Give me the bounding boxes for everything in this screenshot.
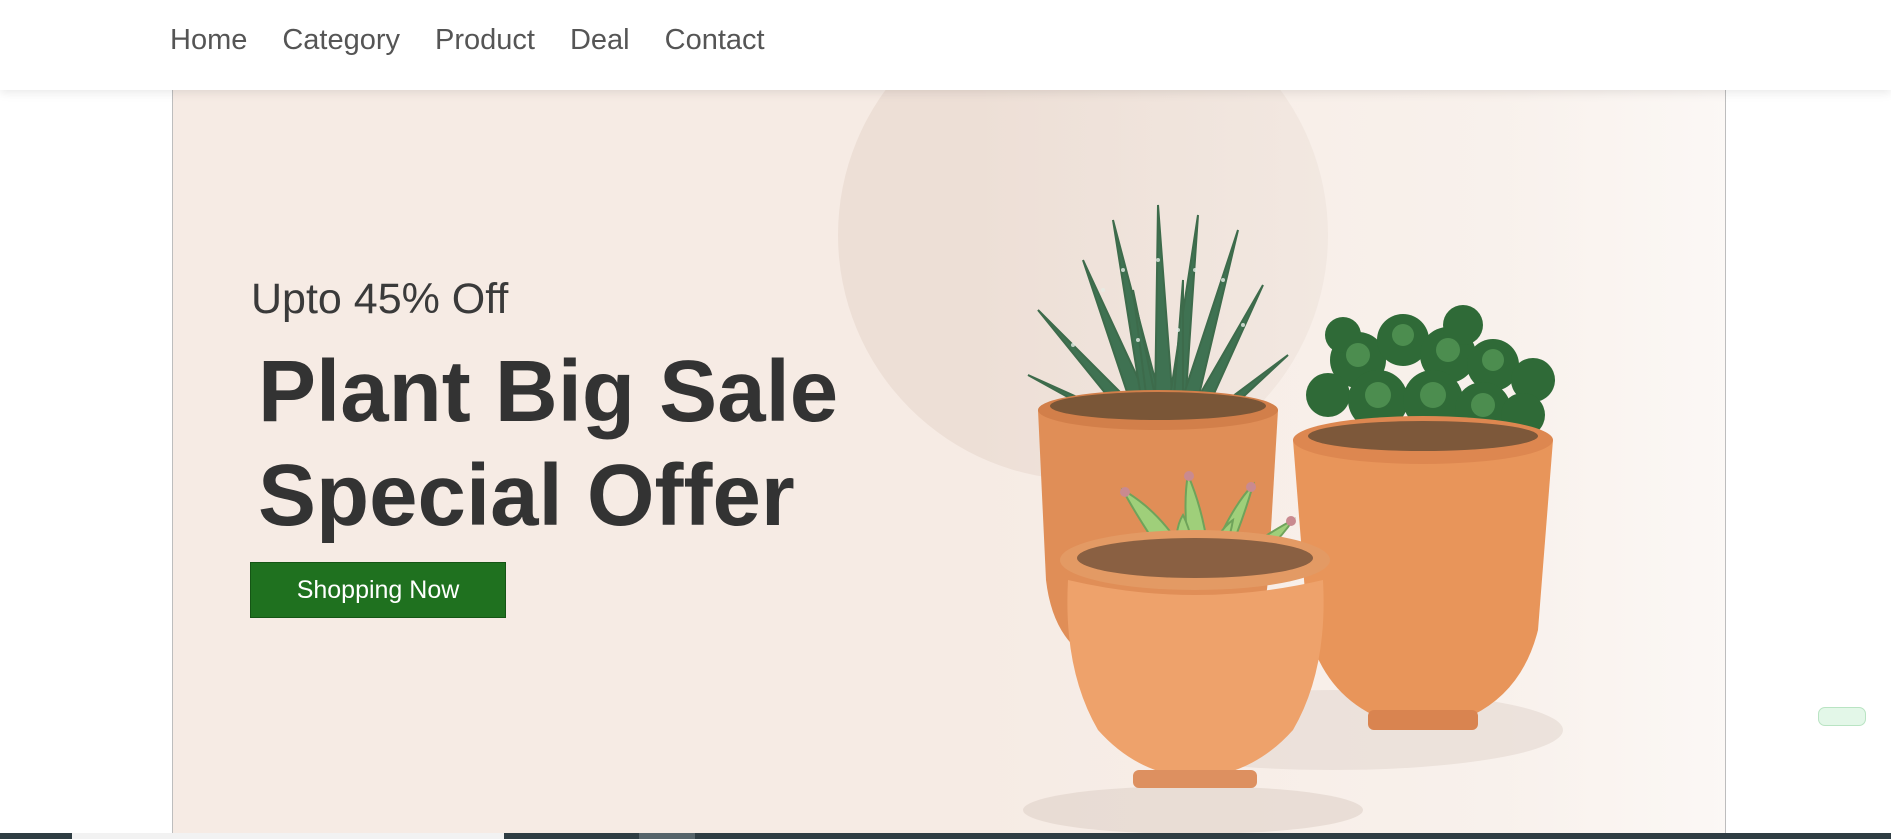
- plants-image: [1023, 204, 1563, 834]
- main-nav: Home Category Product Deal Contact: [170, 24, 765, 57]
- nav-link-product[interactable]: Product: [435, 24, 535, 57]
- hero-title: Plant Big Sale Special Offer: [258, 340, 838, 548]
- nav-link-contact[interactable]: Contact: [665, 24, 765, 57]
- bottom-strip: [0, 833, 1891, 839]
- nav-link-deal[interactable]: Deal: [570, 24, 630, 57]
- floating-chat-pill[interactable]: [1818, 707, 1866, 726]
- shopping-now-button[interactable]: Shopping Now: [250, 562, 506, 618]
- top-navbar: Home Category Product Deal Contact: [0, 0, 1891, 90]
- hero-banner: Upto 45% Off Plant Big Sale Special Offe…: [172, 90, 1726, 839]
- hero-title-line-2: Special Offer: [258, 447, 795, 544]
- hero-discount-text: Upto 45% Off: [251, 275, 509, 323]
- hero-title-line-1: Plant Big Sale: [258, 343, 839, 440]
- nav-link-category[interactable]: Category: [282, 24, 400, 57]
- nav-link-home[interactable]: Home: [170, 24, 247, 57]
